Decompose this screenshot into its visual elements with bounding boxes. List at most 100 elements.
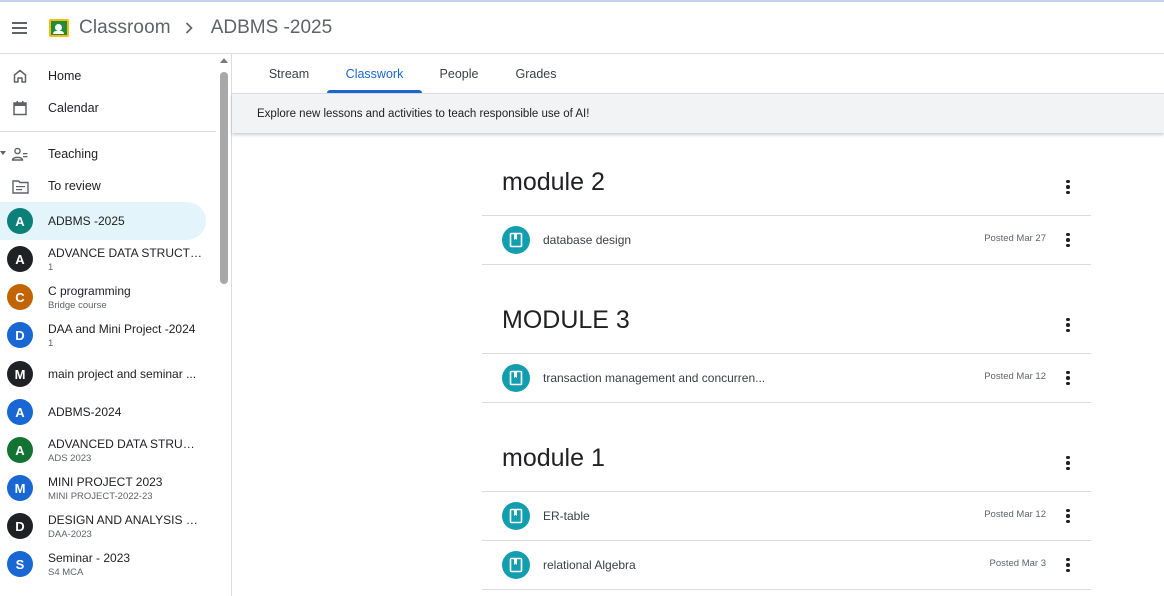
classwork-item[interactable]: database design Posted Mar 27 [482,216,1091,265]
sidebar-course-item[interactable]: Mmain project and seminar ... [0,355,216,393]
course-name: main project and seminar ... [48,367,197,381]
tab-grades[interactable]: Grades [504,54,568,93]
topic-title[interactable]: module 1 [502,444,605,473]
people-icon [10,144,30,164]
material-book-icon [502,551,530,579]
course-name: ADVANCED DATA STRUCT... [48,436,203,451]
course-section: 1 [48,337,54,349]
classwork-item[interactable]: transaction management and concurren... P… [482,354,1091,403]
course-text: ADBMS -2025 [48,214,203,228]
sidebar-course-item[interactable]: A ADBMS-2024 [0,393,216,431]
scrollbar-thumb[interactable] [220,72,228,284]
topic-header: module 1 [482,430,1091,492]
course-name: ADBMS-2024 [48,405,122,419]
course-avatar: A [7,246,33,272]
main-menu-button[interactable] [0,8,40,48]
course-avatar: S [7,551,33,577]
topic-more-options-icon[interactable] [1056,175,1080,199]
topic-title[interactable]: MODULE 3 [502,306,630,335]
item-more-options-icon[interactable] [1056,553,1080,577]
course-name: MINI PROJECT 2023 [48,474,163,489]
item-more-options-icon[interactable] [1056,504,1080,528]
sidebar-course-item[interactable]: C C programming Bridge course [0,278,216,316]
sidebar-course-item[interactable]: A ADBMS -2025 [0,202,206,240]
sidebar-course-item[interactable]: S Seminar - 2023 S4 MCA [0,545,216,583]
course-avatar: C [7,284,33,310]
sidebar-course-item[interactable]: D DESIGN AND ANALYSIS O... DAA-2023 [0,507,216,545]
topic-header: module 2 [482,154,1091,216]
sidebar-scrollbar[interactable] [218,54,230,596]
calendar-icon [10,98,30,118]
sidebar-divider [0,131,216,132]
sidebar-course-item[interactable]: A ADVANCE DATA STRUCTU... 1 [0,240,216,278]
material-book-icon [502,364,530,392]
course-avatar: D [7,322,33,348]
course-text: C programming Bridge course [48,284,203,311]
sidebar-item-label: To review [48,179,101,193]
app-title[interactable]: Classroom [79,17,171,39]
course-section: S4 MCA [48,566,84,578]
top-app-bar: Classroom ADBMS -2025 [0,0,1164,54]
course-text: MINI PROJECT 2023 MINI PROJECT-2022-23 [48,475,203,502]
posted-date: Posted Mar 12 [984,509,1046,520]
sidebar-course-item[interactable]: D DAA and Mini Project -2024 1 [0,316,216,354]
course-avatar: A [7,437,33,463]
sidebar-item-calendar[interactable]: Calendar [0,92,216,124]
chevron-right-icon [185,21,199,35]
posted-date: Posted Mar 27 [984,233,1046,244]
classwork-item-title: ER-table [543,509,590,523]
material-book-icon [502,502,530,530]
sidebar-item-label: Teaching [48,147,99,161]
topic-title[interactable]: module 2 [502,168,605,197]
topic-more-options-icon[interactable] [1056,313,1080,337]
classwork-item-title: database design [543,233,632,247]
topic-more-options-icon[interactable] [1056,451,1080,475]
ai-lessons-banner[interactable]: Explore new lessons and activities to te… [232,93,1164,133]
sidebar-item-to-review[interactable]: To review [0,170,216,202]
topic-header: MODULE 3 [482,292,1091,354]
course-section: 1 [48,261,54,273]
course-name: Seminar - 2023 [48,550,131,565]
course-tabs: Stream Classwork People Grades [232,54,1164,93]
sidebar-course-item[interactable]: M MINI PROJECT 2023 MINI PROJECT-2022-23 [0,469,216,507]
course-name: DAA and Mini Project -2024 [48,321,196,336]
course-text: ADBMS-2024 [48,405,203,419]
course-name: DESIGN AND ANALYSIS O... [48,512,203,527]
sidebar-item-label: Calendar [48,101,99,115]
course-name: ADVANCE DATA STRUCTU... [48,245,203,260]
banner-text: Explore new lessons and activities to te… [257,107,590,120]
course-avatar: D [7,513,33,539]
classroom-logo[interactable] [49,18,69,37]
course-text: ADVANCE DATA STRUCTU... 1 [48,246,203,273]
tab-stream[interactable]: Stream [254,54,324,93]
course-avatar: M [7,475,33,501]
sidebar-item-teaching[interactable]: Teaching [0,138,216,170]
tab-classwork[interactable]: Classwork [327,54,422,93]
classwork-item-title: transaction management and concurren... [543,371,766,385]
item-more-options-icon[interactable] [1056,228,1080,252]
course-name: ADBMS -2025 [48,214,125,228]
sidebar-course-item[interactable]: A ADVANCED DATA STRUCT... ADS 2023 [0,431,216,469]
tab-people[interactable]: People [428,54,490,93]
folder-review-icon [10,176,30,196]
classwork-item-title: relational Algebra [543,558,636,572]
classwork-item[interactable]: relational Algebra Posted Mar 3 [482,541,1091,590]
course-section: DAA-2023 [48,528,92,540]
course-text: Seminar - 2023 S4 MCA [48,551,203,578]
sidebar: Home Calendar Teaching To review A ADBMS … [0,54,232,596]
course-avatar: M [7,361,33,387]
course-avatar: A [7,399,33,425]
course-text: DESIGN AND ANALYSIS O... DAA-2023 [48,513,203,540]
posted-date: Posted Mar 12 [984,371,1046,382]
sidebar-item-home[interactable]: Home [0,60,216,92]
breadcrumb-course-title[interactable]: ADBMS -2025 [211,17,332,39]
hamburger-menu-icon [12,21,27,34]
scroll-up-arrow-icon[interactable] [220,58,228,63]
sidebar-item-label: Home [48,69,82,83]
course-section: MINI PROJECT-2022-23 [48,490,153,502]
course-name: C programming [48,283,131,298]
course-text: main project and seminar ... [48,367,203,381]
item-more-options-icon[interactable] [1056,366,1080,390]
classwork-item[interactable]: ER-table Posted Mar 12 [482,492,1091,541]
course-text: DAA and Mini Project -2024 1 [48,322,203,349]
